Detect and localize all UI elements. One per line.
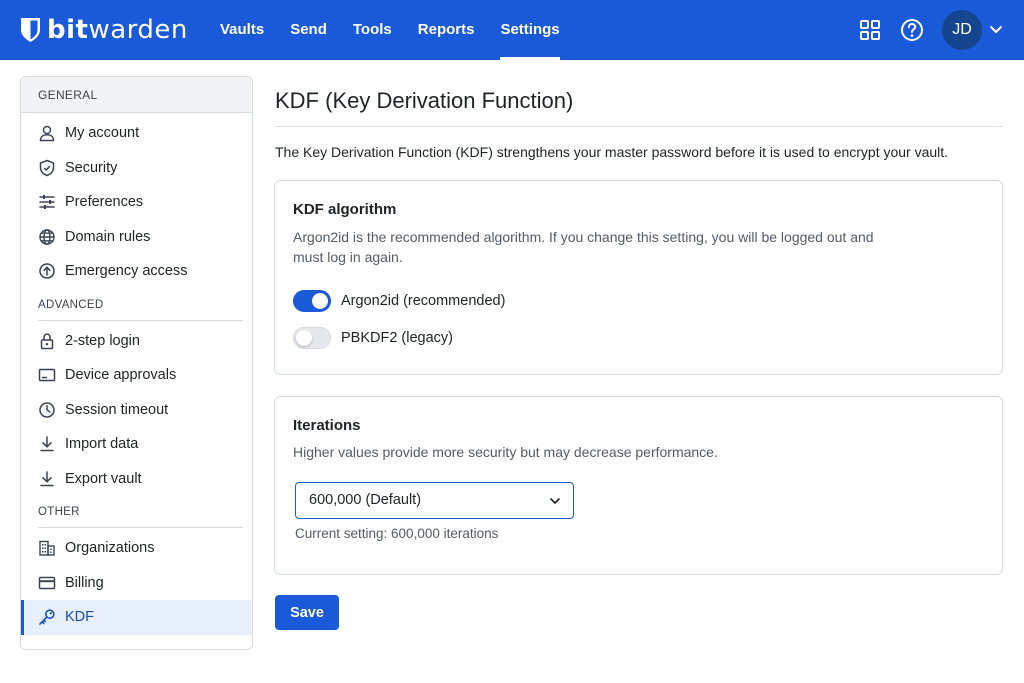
card-icon xyxy=(38,574,56,592)
sidebar-item-security[interactable]: Security xyxy=(21,151,252,186)
brand-logo[interactable]: bitwarden xyxy=(20,12,188,48)
avatar[interactable]: JD xyxy=(942,10,982,50)
sidebar-item-label: Organizations xyxy=(65,540,155,557)
iterations-title: Iterations xyxy=(293,417,361,434)
sidebar-item-label: Preferences xyxy=(65,194,144,211)
sidebar-item-kdf[interactable]: KDF xyxy=(21,600,252,635)
main-nav: Vaults Send Tools Reports Settings xyxy=(220,0,586,60)
argon2id-label: Argon2id (recommended) xyxy=(341,293,506,309)
brand-name: bitwarden xyxy=(47,15,188,45)
pbkdf2-option[interactable]: PBKDF2 (legacy) xyxy=(293,327,453,349)
device-icon xyxy=(38,366,56,384)
nav-settings[interactable]: Settings xyxy=(500,0,560,60)
chevron-down-icon xyxy=(550,498,560,504)
sidebar-section-other: OTHER xyxy=(21,496,252,528)
bitwarden-shield-icon xyxy=(21,18,40,42)
argon2id-toggle[interactable] xyxy=(293,290,331,312)
nav-vaults[interactable]: Vaults xyxy=(220,0,264,60)
nav-send[interactable]: Send xyxy=(290,0,327,60)
pbkdf2-toggle[interactable] xyxy=(293,327,331,349)
clock-icon xyxy=(38,401,56,419)
title-divider xyxy=(275,126,1003,127)
save-button[interactable]: Save xyxy=(275,595,339,630)
download-icon xyxy=(38,435,56,453)
sidebar-item-label: KDF xyxy=(65,609,94,626)
user-icon xyxy=(38,124,56,142)
current-iterations-text: Current setting: 600,000 iterations xyxy=(295,526,499,541)
page-title: KDF (Key Derivation Function) xyxy=(275,88,574,113)
sliders-icon xyxy=(38,193,56,211)
sidebar-item-label: Export vault xyxy=(65,470,142,487)
sidebar-item-billing[interactable]: Billing xyxy=(21,566,252,601)
sidebar-item-import-data[interactable]: Import data xyxy=(21,427,252,462)
top-navbar: bitwarden Vaults Send Tools Reports Sett… xyxy=(0,0,1024,60)
sidebar-item-label: My account xyxy=(65,125,140,142)
sidebar-item-preferences[interactable]: Preferences xyxy=(21,185,252,220)
chevron-down-icon[interactable] xyxy=(988,23,1004,37)
help-icon[interactable] xyxy=(899,17,925,43)
sidebar-item-session-timeout[interactable]: Session timeout xyxy=(21,393,252,428)
nav-reports[interactable]: Reports xyxy=(418,0,475,60)
kdf-algorithm-card: KDF algorithm Argon2id is the recommende… xyxy=(274,180,1003,375)
emergency-icon xyxy=(38,262,56,280)
download-icon xyxy=(38,470,56,488)
sidebar-item-label: Domain rules xyxy=(65,228,151,245)
settings-sidebar: GENERAL My account Security Preferences … xyxy=(20,76,253,650)
sidebar-item-label: Billing xyxy=(65,574,104,591)
globe-icon xyxy=(38,228,56,246)
kdf-algorithm-title: KDF algorithm xyxy=(293,201,397,218)
grid-icon[interactable] xyxy=(857,17,883,43)
sidebar-item-label: Device approvals xyxy=(65,367,177,384)
sidebar-item-label: Emergency access xyxy=(65,263,188,280)
iterations-card: Iterations Higher values provide more se… xyxy=(274,396,1003,575)
kdf-algorithm-description: Argon2id is the recommended algorithm. I… xyxy=(293,229,874,265)
argon2id-option[interactable]: Argon2id (recommended) xyxy=(293,290,505,312)
iterations-select[interactable]: 600,000 (Default) xyxy=(295,482,574,519)
sidebar-item-export-vault[interactable]: Export vault xyxy=(21,462,252,497)
sidebar-item-label: Security xyxy=(65,159,118,176)
sidebar-item-label: 2-step login xyxy=(65,332,140,349)
sidebar-section-advanced: ADVANCED xyxy=(21,289,252,321)
sidebar-section-general: GENERAL xyxy=(21,77,252,113)
sidebar-item-2-step-login[interactable]: 2-step login xyxy=(21,324,252,359)
shield-icon xyxy=(38,159,56,177)
sidebar-item-label: Import data xyxy=(65,436,139,453)
sidebar-item-organizations[interactable]: Organizations xyxy=(21,531,252,566)
sidebar-item-emergency-access[interactable]: Emergency access xyxy=(21,254,252,289)
key-icon xyxy=(38,608,56,626)
building-icon xyxy=(38,539,56,557)
sidebar-item-label: Session timeout xyxy=(65,401,169,418)
iterations-select-value: 600,000 (Default) xyxy=(309,492,422,508)
sidebar-item-domain-rules[interactable]: Domain rules xyxy=(21,220,252,255)
sidebar-item-my-account[interactable]: My account xyxy=(21,116,252,151)
nav-tools[interactable]: Tools xyxy=(353,0,392,60)
page-description: The Key Derivation Function (KDF) streng… xyxy=(275,144,949,160)
lock-icon xyxy=(38,332,56,350)
iterations-description: Higher values provide more security but … xyxy=(293,444,718,460)
sidebar-item-device-approvals[interactable]: Device approvals xyxy=(21,358,252,393)
pbkdf2-label: PBKDF2 (legacy) xyxy=(341,330,454,346)
